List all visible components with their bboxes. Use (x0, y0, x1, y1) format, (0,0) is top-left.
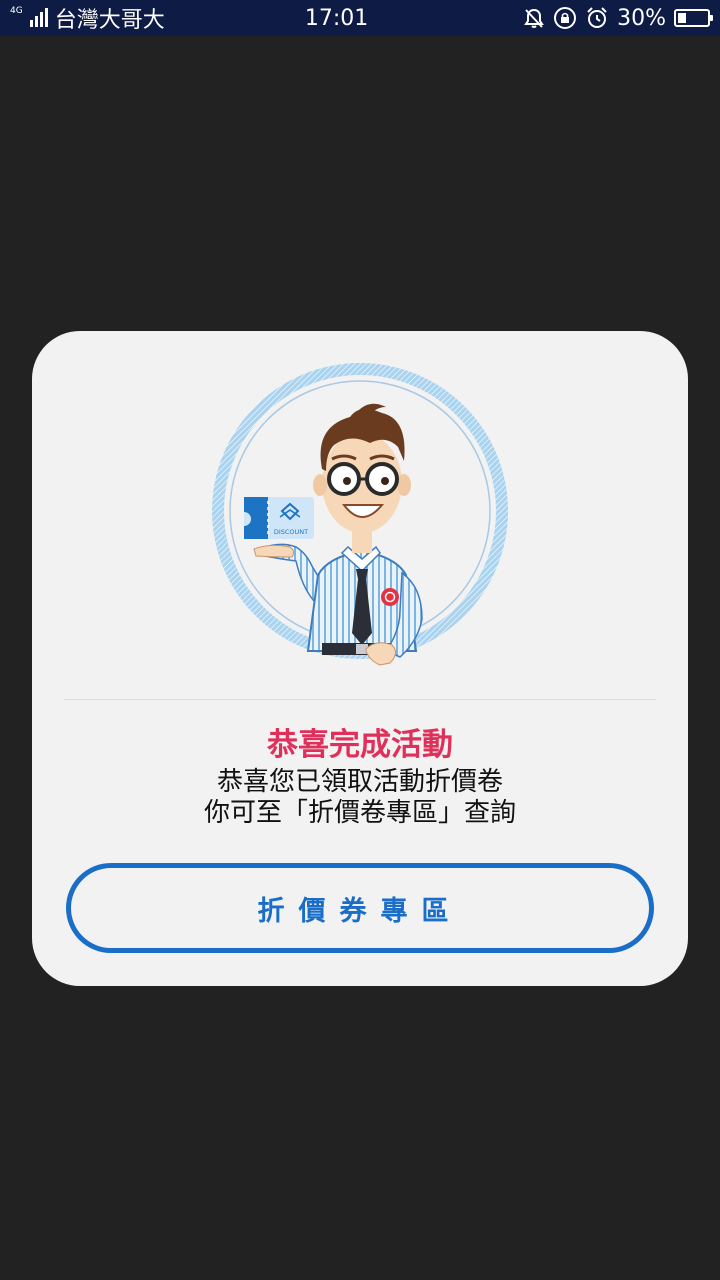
mascot-illustration: DISCOUNT (212, 363, 508, 666)
status-right: 30% (523, 5, 713, 31)
dialog-title: 恭喜完成活動 (267, 727, 453, 763)
discount-ticket-icon: DISCOUNT (244, 497, 314, 539)
coupon-zone-button[interactable]: 折價券專區 (66, 863, 654, 953)
clock: 17:01 (304, 5, 369, 31)
divider (64, 699, 656, 700)
network-type: 4G (10, 5, 23, 16)
status-bar: 4G 台灣大哥大 17:01 30% (0, 0, 720, 36)
message-line-1: 恭喜您已領取活動折價卷 (216, 767, 503, 797)
battery-level (678, 13, 686, 23)
svg-text:DISCOUNT: DISCOUNT (274, 528, 308, 536)
dialog-message: 恭喜您已領取活動折價卷 你可至「折價卷專區」查詢 (32, 767, 688, 829)
rotation-lock-icon (554, 7, 577, 29)
signal-icon (29, 8, 48, 27)
mute-bell-icon (524, 8, 544, 28)
battery-icon (674, 9, 713, 27)
success-dialog: DISCOUNT 恭喜完成活動 恭喜您已領取活動折價卷 你可至「折價卷專區」查詢… (32, 331, 688, 986)
battery-percent: 30% (617, 5, 666, 31)
alarm-icon (587, 7, 607, 28)
carrier-name: 台灣大哥大 (54, 8, 165, 33)
message-line-2: 你可至「折價卷專區」查詢 (203, 798, 516, 828)
